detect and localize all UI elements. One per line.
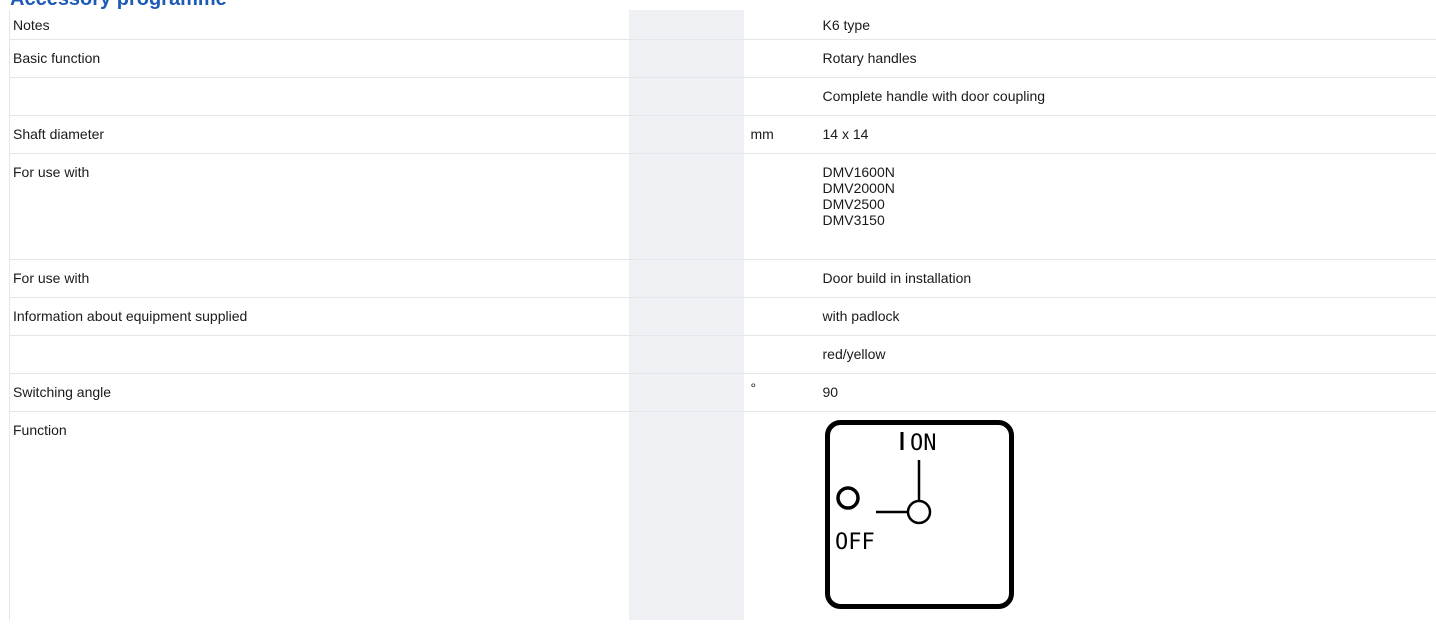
row-value: red/yellow xyxy=(817,334,1436,373)
row-value: Rotary handles xyxy=(817,38,1436,77)
row-label: Basic function xyxy=(9,38,629,77)
off-label: OFF xyxy=(835,530,875,555)
section-title: Accessory programme xyxy=(10,0,227,9)
row-label xyxy=(9,334,629,373)
row-value: Door build in installation xyxy=(817,258,1436,297)
list-item: DMV1600N xyxy=(822,163,895,180)
gray-spacer-cell xyxy=(628,334,744,373)
gray-spacer-cell xyxy=(628,410,744,620)
row-label: Information about equipment supplied xyxy=(9,296,629,335)
compatible-models-list: DMV1600N DMV2000N DMV2500 DMV3150 xyxy=(823,154,1436,228)
row-label: For use with xyxy=(9,152,629,259)
row-unit xyxy=(744,10,818,39)
table-row: Notes K6 type xyxy=(9,10,1436,39)
list-item: DMV2500 xyxy=(822,195,885,212)
row-value: 14 x 14 xyxy=(817,114,1436,153)
spec-table: Notes K6 type Basic function Rotary hand… xyxy=(9,10,1436,620)
row-label: Notes xyxy=(9,10,629,39)
off-symbol-circle-icon xyxy=(835,485,860,510)
gray-spacer-cell xyxy=(628,296,744,335)
gray-spacer-cell xyxy=(628,114,744,153)
table-row: Information about equipment supplied wit… xyxy=(9,296,1436,335)
section-header-strip: Accessory programme xyxy=(0,0,1436,10)
gray-spacer-cell xyxy=(628,38,744,77)
on-label: ON xyxy=(910,431,937,456)
list-item: DMV3150 xyxy=(822,211,885,228)
row-value: DMV1600N DMV2000N DMV2500 DMV3150 xyxy=(817,152,1436,259)
list-item: DMV2000N xyxy=(822,179,895,196)
gray-spacer-cell xyxy=(628,76,744,115)
pivot-circle-icon xyxy=(906,499,931,524)
gray-spacer-cell xyxy=(628,258,744,297)
row-unit xyxy=(743,76,818,115)
gray-spacer-cell xyxy=(628,10,744,39)
row-value: ON OFF xyxy=(817,410,1436,620)
row-unit xyxy=(743,258,818,297)
table-row: Function ON OFF xyxy=(9,410,1436,620)
table-row: Complete handle with door coupling xyxy=(9,76,1436,115)
row-value: 90 xyxy=(817,372,1436,411)
gray-spacer-cell xyxy=(628,152,744,259)
row-label: Switching angle xyxy=(9,372,629,411)
table-row: For use with DMV1600N DMV2000N DMV2500 D… xyxy=(9,152,1436,259)
row-unit xyxy=(743,334,818,373)
switch-function-diagram: ON OFF xyxy=(824,419,1014,609)
table-row: Shaft diameter mm 14 x 14 xyxy=(9,114,1436,153)
row-unit xyxy=(743,38,818,77)
row-unit xyxy=(743,410,818,620)
gray-spacer-cell xyxy=(628,372,744,411)
table-row: Basic function Rotary handles xyxy=(9,38,1436,77)
table-row: For use with Door build in installation xyxy=(9,258,1436,297)
row-unit: mm xyxy=(743,114,818,153)
row-unit xyxy=(743,152,818,259)
row-value: K6 type xyxy=(822,17,870,33)
row-label: For use with xyxy=(9,258,629,297)
row-label: Shaft diameter xyxy=(9,114,629,153)
row-value: Complete handle with door coupling xyxy=(817,76,1436,115)
table-row: red/yellow xyxy=(9,334,1436,373)
table-row: Switching angle ° 90 xyxy=(9,372,1436,411)
row-label: Function xyxy=(9,410,629,620)
row-label xyxy=(9,76,629,115)
row-unit xyxy=(743,296,818,335)
row-value: with padlock xyxy=(817,296,1436,335)
row-unit: ° xyxy=(743,372,818,411)
